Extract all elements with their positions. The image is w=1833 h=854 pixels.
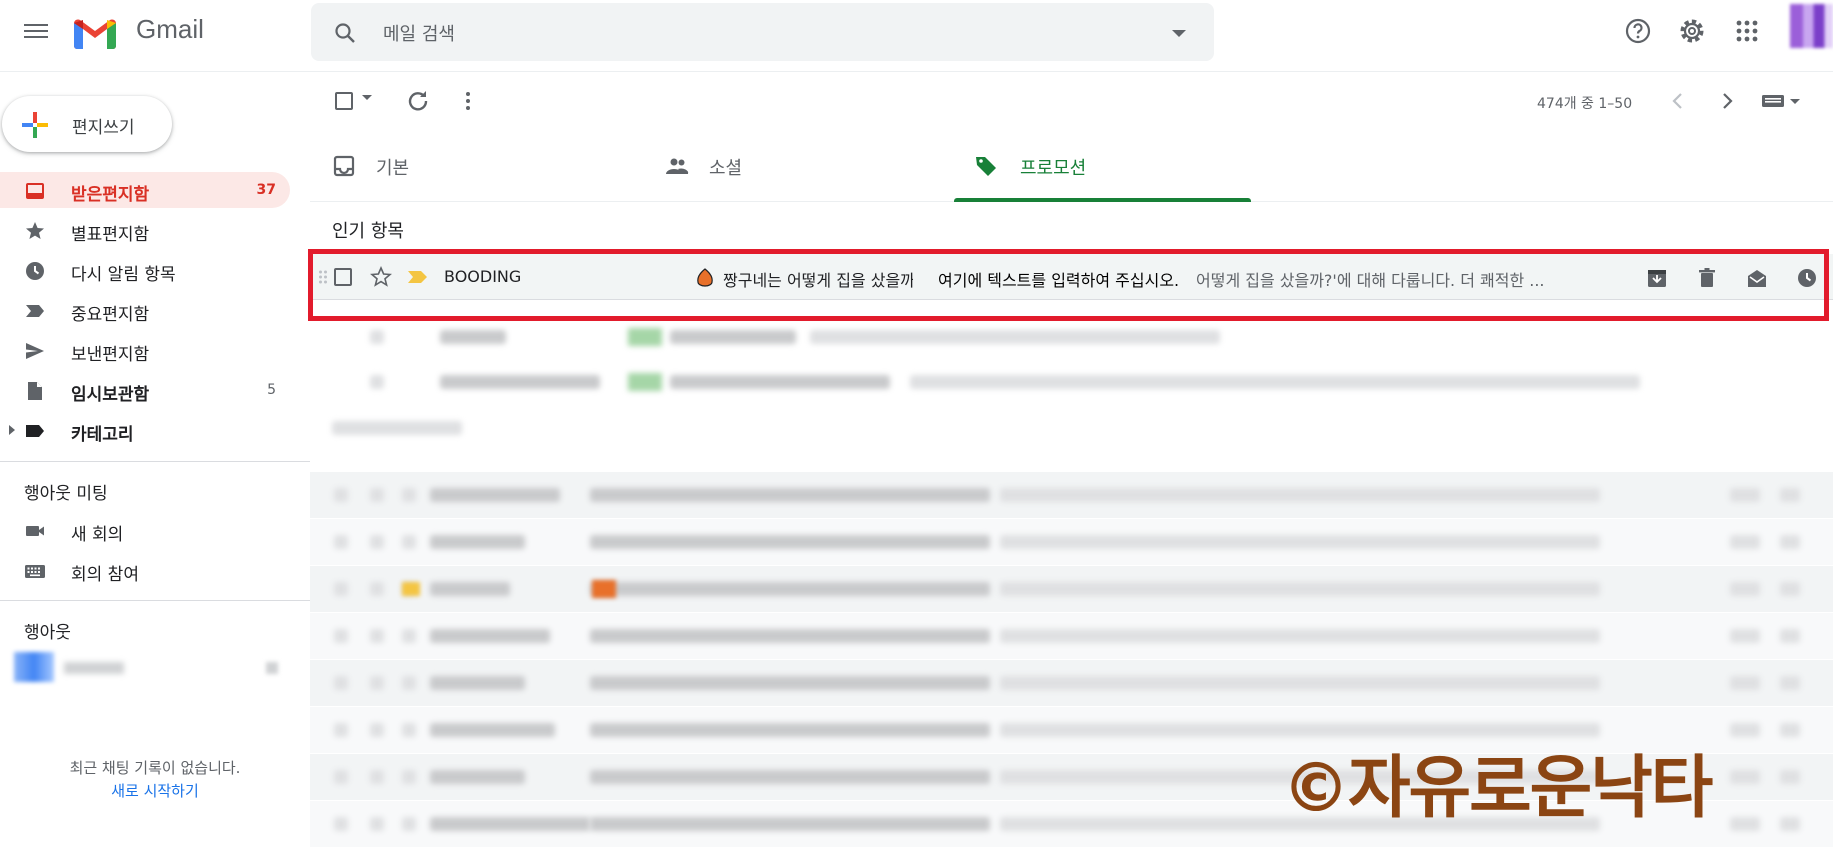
snooze-clock-icon[interactable] (1796, 267, 1818, 289)
star-icon (26, 222, 44, 239)
tab-label: 기본 (376, 158, 410, 179)
delete-trash-icon[interactable] (1696, 267, 1718, 289)
video-camera-icon (26, 526, 44, 536)
more-options-icon[interactable] (456, 89, 480, 113)
tab-label: 소셜 (709, 158, 743, 179)
no-chat-text: 최근 채팅 기록이 없습니다. (69, 759, 241, 777)
refresh-icon[interactable] (406, 89, 430, 113)
hangouts-user-name[interactable] (64, 662, 124, 674)
top-picks-title: 인기 항목 (332, 221, 404, 242)
divider (0, 600, 310, 601)
mail-row[interactable] (310, 472, 1833, 518)
overlay-caption: 여기에 텍스트를 입력하여 주십시오. (938, 271, 1180, 290)
search-input[interactable]: 메일 검색 (383, 20, 455, 46)
sidebar: 편지쓰기 받은편지함 37 별표편지함 다시 알림 항목 중요편지함 보낸편지함… (0, 72, 310, 854)
top-bar: Gmail 메일 검색 (0, 0, 1833, 72)
keyboard-icon (25, 565, 45, 578)
category-tabs: 기본 소셜 프로모션 (310, 130, 1833, 202)
mail-row[interactable] (310, 359, 1833, 405)
mail-subject: 짱구네는 어떻게 집을 샀을까 (723, 271, 913, 290)
sidebar-item-inbox[interactable]: 받은편지함 37 (0, 172, 290, 208)
mail-sender: BOODING (444, 267, 522, 286)
select-all-checkbox[interactable] (335, 92, 353, 110)
join-meeting-item[interactable]: 회의 참여 (0, 552, 290, 588)
draft-icon (28, 382, 42, 400)
mail-row[interactable] (310, 566, 1833, 612)
gmail-logo-icon (74, 19, 116, 49)
sender-logo-icon (697, 268, 713, 287)
select-dropdown-icon[interactable] (361, 91, 373, 103)
mail-row[interactable]: BOODING 짱구네는 어떻게 집을 샀을까 여기에 텍스트를 입력하여 주십… (310, 254, 1833, 300)
sidebar-item-label: 별표편지함 (71, 225, 150, 245)
newer-page-icon[interactable] (1666, 89, 1690, 113)
new-meeting-item[interactable]: 새 회의 (0, 512, 290, 548)
drag-handle-icon[interactable] (318, 269, 328, 285)
important-icon (26, 305, 44, 317)
tab-social[interactable]: 소셜 (643, 130, 943, 202)
search-icon[interactable] (333, 21, 357, 45)
pagination-range: 474개 중 1–50 (1537, 96, 1633, 112)
tag-icon (976, 157, 996, 176)
app-title: Gmail (136, 14, 204, 44)
settings-gear-icon[interactable] (1677, 16, 1707, 46)
people-icon (666, 158, 689, 174)
mail-snippet: 어떻게 집을 샀을까?'에 대해 다룹니다. 더 쾌적한 ... (1196, 271, 1545, 290)
compose-plus-icon (22, 112, 48, 138)
mail-row[interactable] (310, 314, 1833, 360)
sidebar-item-label: 보낸편지함 (71, 345, 150, 365)
sidebar-item-label: 다시 알림 항목 (71, 265, 176, 285)
mail-row[interactable] (310, 613, 1833, 659)
hangouts-status (266, 662, 278, 674)
older-page-icon[interactable] (1715, 89, 1739, 113)
apps-grid-icon[interactable] (1732, 16, 1762, 46)
star-outline-icon[interactable] (370, 266, 392, 288)
archive-icon[interactable] (1646, 267, 1668, 289)
inbox-tab-icon (333, 155, 355, 177)
expand-arrow-icon[interactable] (8, 425, 16, 435)
compose-label: 편지쓰기 (72, 118, 135, 138)
row-checkbox[interactable] (334, 268, 352, 286)
compose-button[interactable]: 편지쓰기 (2, 96, 172, 152)
new-meeting-label: 새 회의 (71, 525, 124, 545)
divider (0, 461, 310, 462)
important-marker-icon[interactable] (407, 270, 429, 284)
tab-label: 프로모션 (1020, 158, 1087, 179)
tab-promotions[interactable]: 프로모션 (954, 130, 1254, 202)
search-bar[interactable]: 메일 검색 (311, 3, 1214, 61)
mark-as-read-icon[interactable] (1746, 267, 1768, 289)
sidebar-item-important[interactable]: 중요편지함 (0, 292, 290, 328)
sidebar-item-categories[interactable]: 카테고리 (0, 412, 290, 448)
input-tools-keyboard-icon[interactable] (1760, 89, 1804, 113)
search-options-icon[interactable] (1172, 30, 1186, 37)
meet-section-title: 행아웃 미팅 (24, 484, 108, 504)
mail-row[interactable] (310, 660, 1833, 706)
send-icon (26, 343, 44, 359)
sidebar-item-label: 카테고리 (71, 425, 134, 445)
help-icon[interactable] (1623, 16, 1653, 46)
start-new-chat-link[interactable]: 새로 시작하기 (0, 780, 310, 801)
clock-icon (26, 262, 44, 280)
section-header (332, 421, 462, 435)
sidebar-item-label: 받은편지함 (71, 185, 150, 205)
sidebar-item-sent[interactable]: 보낸편지함 (0, 332, 290, 368)
sidebar-item-snoozed[interactable]: 다시 알림 항목 (0, 252, 290, 288)
sidebar-item-starred[interactable]: 별표편지함 (0, 212, 290, 248)
draft-count: 5 (267, 382, 276, 398)
sidebar-item-drafts[interactable]: 임시보관함 5 (0, 372, 290, 408)
mail-row[interactable] (310, 519, 1833, 565)
mail-toolbar: 474개 중 1–50 (310, 72, 1833, 130)
unread-count: 37 (256, 182, 276, 198)
label-icon (26, 425, 44, 437)
join-meeting-label: 회의 참여 (71, 565, 139, 585)
mail-list-pane: 474개 중 1–50 기본 소셜 프로모션 인기 항목 BOODING 짱구네… (308, 72, 1833, 854)
sidebar-item-label: 중요편지함 (71, 305, 150, 325)
inbox-icon (26, 183, 44, 199)
hangouts-section-title: 행아웃 (24, 623, 71, 643)
watermark-text: ©자유로운낙타 (1282, 749, 1713, 828)
account-avatar[interactable] (1790, 4, 1833, 48)
tab-primary[interactable]: 기본 (310, 130, 610, 202)
hangouts-avatar[interactable] (14, 652, 54, 682)
sidebar-item-label: 임시보관함 (71, 385, 150, 405)
main-menu-icon[interactable] (24, 20, 48, 44)
